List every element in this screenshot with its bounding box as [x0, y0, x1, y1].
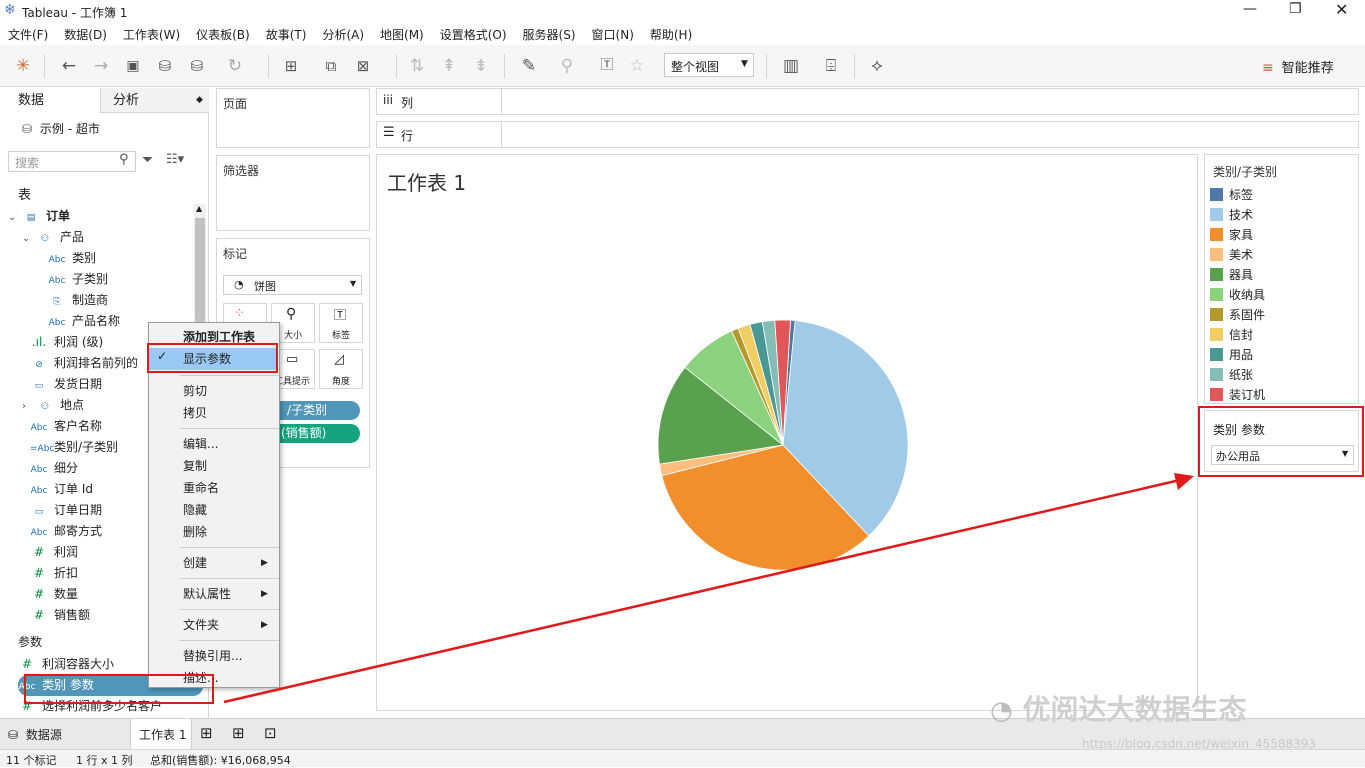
datasource-tab-icon: ⛁	[8, 728, 19, 742]
sheet-tab-1-label: 工作表 1	[139, 728, 187, 742]
status-marks: 11 个标记	[6, 754, 57, 767]
wechat-icon: ◔	[990, 696, 1013, 726]
sheet-tab-1[interactable]: 工作表 1	[130, 719, 192, 749]
new-story-icon[interactable]: ⊡	[264, 724, 277, 742]
new-dashboard-icon[interactable]: ⊞	[232, 724, 245, 742]
datasource-tab-label: 数据源	[25, 728, 62, 742]
watermark-text: 优阅达大数据生态	[1022, 693, 1247, 726]
annotation-arrow	[223, 473, 1194, 704]
status-bar: 11 个标记 1 行 x 1 列 总和(销售额): ¥16,068,954	[0, 749, 1365, 767]
datasource-tab[interactable]: ⛁ 数据源	[8, 726, 62, 743]
new-worksheet-icon[interactable]: ⊞	[200, 724, 213, 742]
status-sum: 总和(销售额): ¥16,068,954	[150, 754, 291, 767]
status-rowcol: 1 行 x 1 列	[76, 754, 133, 767]
watermark: ◔ 优阅达大数据生态	[990, 688, 1247, 728]
